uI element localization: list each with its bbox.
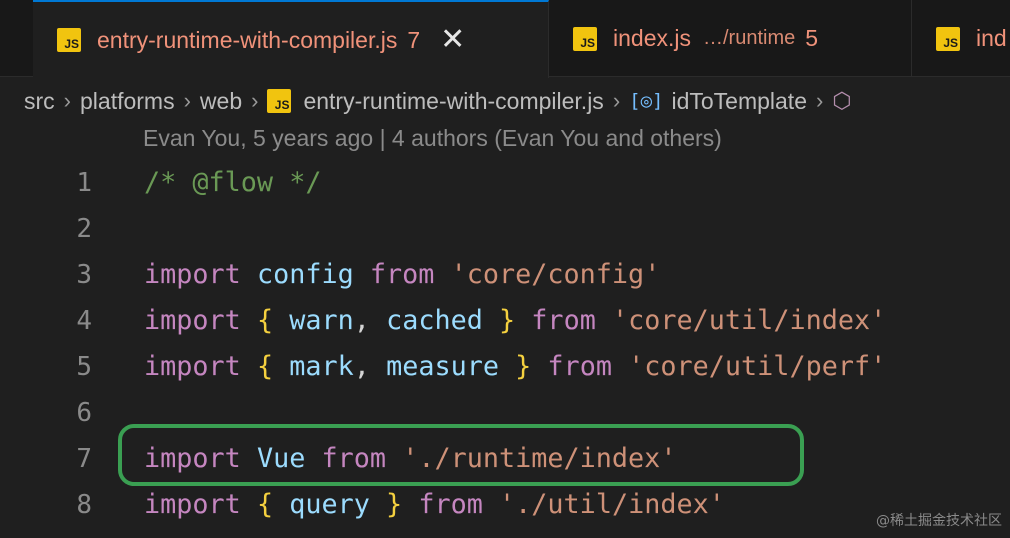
- js-file-icon: JS: [936, 26, 960, 51]
- line-number: 7: [76, 444, 92, 474]
- line-number: 1: [76, 168, 92, 198]
- line-number: 2: [76, 214, 92, 244]
- watermark: @稀土掘金技术社区: [876, 513, 1002, 529]
- code-token: query: [289, 489, 370, 520]
- code-token: from: [531, 305, 596, 336]
- js-file-icon: JS: [57, 28, 81, 52]
- highlight-annotation-box: [118, 424, 804, 486]
- code-token: warn: [289, 305, 354, 336]
- code-line[interactable]: 3 import config from 'core/config': [0, 252, 1010, 298]
- code-text[interactable]: /* @flow */: [144, 160, 321, 206]
- tab-path-hint: …/runtime: [702, 27, 796, 49]
- js-file-icon: JS: [573, 26, 597, 51]
- code-text[interactable]: import { query } from './util/index': [144, 482, 725, 528]
- code-token: cached: [386, 305, 483, 336]
- breadcrumb: src › platforms › web › JS entry-runtime…: [0, 78, 1010, 124]
- code-token: config: [256, 259, 354, 290]
- chevron-right-icon: ›: [63, 88, 71, 113]
- code-token: }: [515, 351, 532, 382]
- code-token: import: [144, 259, 241, 290]
- code-line[interactable]: 8 import { query } from './util/index': [0, 482, 1010, 528]
- code-token: from: [369, 259, 435, 290]
- chevron-right-icon: ›: [816, 88, 824, 113]
- line-number: 6: [76, 398, 92, 428]
- tab-index-partial[interactable]: JS ind: [912, 0, 1010, 77]
- code-text[interactable]: import { warn, cached } from 'core/util/…: [144, 298, 886, 344]
- line-number: 5: [76, 352, 92, 382]
- symbol-method-icon: ⬡: [832, 88, 852, 113]
- tab-label: index.js: [613, 25, 691, 51]
- chevron-right-icon: ›: [183, 88, 191, 113]
- code-line[interactable]: 4 import { warn, cached } from 'core/util…: [0, 298, 1010, 344]
- code-token: 'core/util/index': [611, 305, 887, 336]
- editor-window: JS entry-runtime-with-compiler.js 7 ✕ JS…: [0, 0, 1010, 538]
- code-line[interactable]: 1 /* @flow */: [0, 160, 1010, 206]
- line-number: 8: [76, 490, 92, 520]
- breadcrumb-item-file[interactable]: entry-runtime-with-compiler.js: [303, 88, 603, 115]
- breadcrumb-item-src[interactable]: src: [24, 88, 55, 115]
- breadcrumb-item-platforms[interactable]: platforms: [80, 88, 175, 115]
- code-token: }: [499, 305, 516, 336]
- code-token: ,: [353, 351, 387, 382]
- code-line[interactable]: 5 import { mark, measure } from 'core/uti…: [0, 344, 1010, 390]
- code-token: import: [144, 351, 241, 382]
- code-line[interactable]: 2: [0, 206, 1010, 252]
- code-text[interactable]: import { mark, measure } from 'core/util…: [144, 344, 886, 390]
- tab-entry-runtime-with-compiler[interactable]: JS entry-runtime-with-compiler.js 7 ✕: [33, 0, 549, 78]
- line-number: 3: [76, 260, 92, 290]
- code-token: from: [418, 489, 483, 520]
- tab-bar: JS entry-runtime-with-compiler.js 7 ✕ JS…: [0, 0, 1010, 78]
- code-token: {: [256, 489, 274, 520]
- breadcrumb-item-web[interactable]: web: [200, 88, 242, 115]
- code-token: from: [547, 351, 612, 382]
- code-token: 'core/config': [450, 259, 661, 290]
- line-number: 4: [76, 306, 92, 336]
- tab-label: entry-runtime-with-compiler.js: [97, 26, 398, 53]
- code-text[interactable]: import config from 'core/config': [144, 252, 660, 298]
- problem-count-badge: 7: [407, 26, 421, 53]
- code-token: {: [256, 305, 274, 336]
- code-token: './util/index': [499, 489, 725, 520]
- tab-label: ind: [976, 25, 1007, 51]
- problem-count-badge: 5: [805, 25, 819, 51]
- close-icon[interactable]: ✕: [440, 25, 465, 55]
- code-token: mark: [289, 351, 354, 382]
- breadcrumb-item-symbol[interactable]: idToTemplate: [671, 88, 807, 115]
- code-token: {: [256, 351, 274, 382]
- code-token: }: [386, 489, 403, 520]
- code-token: ,: [353, 305, 387, 336]
- git-blame-annotation[interactable]: Evan You, 5 years ago | 4 authors (Evan …: [143, 125, 722, 152]
- tab-index-runtime[interactable]: JS index.js …/runtime 5: [549, 0, 912, 77]
- chevron-right-icon: ›: [251, 88, 259, 113]
- code-token: /* @flow */: [144, 167, 322, 198]
- code-token: 'core/util/perf': [628, 351, 887, 382]
- code-token: measure: [386, 351, 499, 382]
- symbol-variable-icon: [◎]: [629, 90, 664, 112]
- js-file-icon: JS: [267, 89, 292, 113]
- code-token: import: [144, 489, 241, 520]
- chevron-right-icon: ›: [612, 88, 621, 113]
- code-token: import: [144, 305, 241, 336]
